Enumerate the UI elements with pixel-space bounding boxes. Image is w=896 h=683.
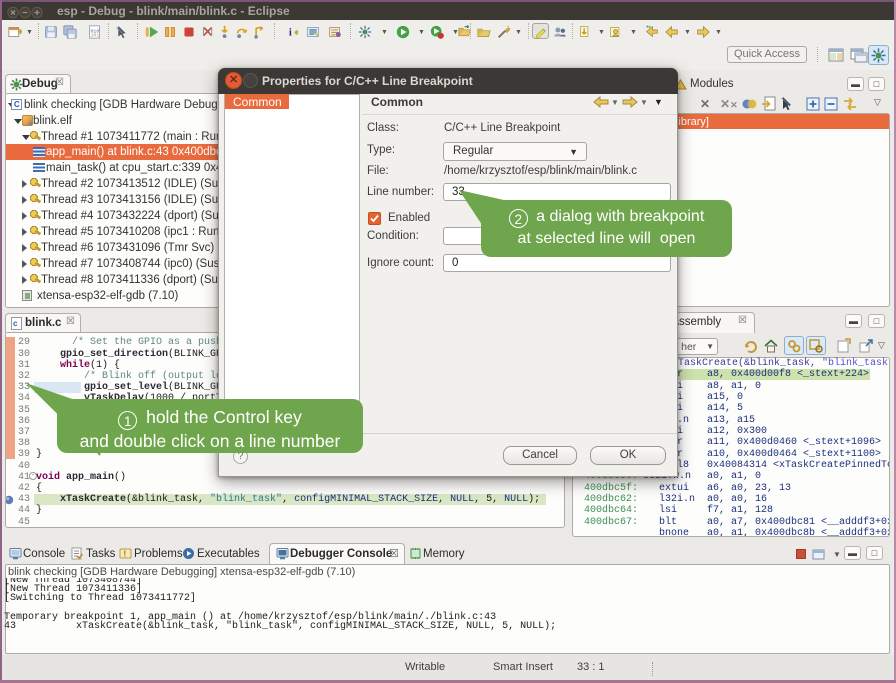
- svg-text:101: 101: [90, 33, 99, 39]
- svg-text:!: !: [124, 550, 127, 559]
- svg-text:c: c: [13, 319, 18, 328]
- svg-text:i: i: [289, 27, 292, 39]
